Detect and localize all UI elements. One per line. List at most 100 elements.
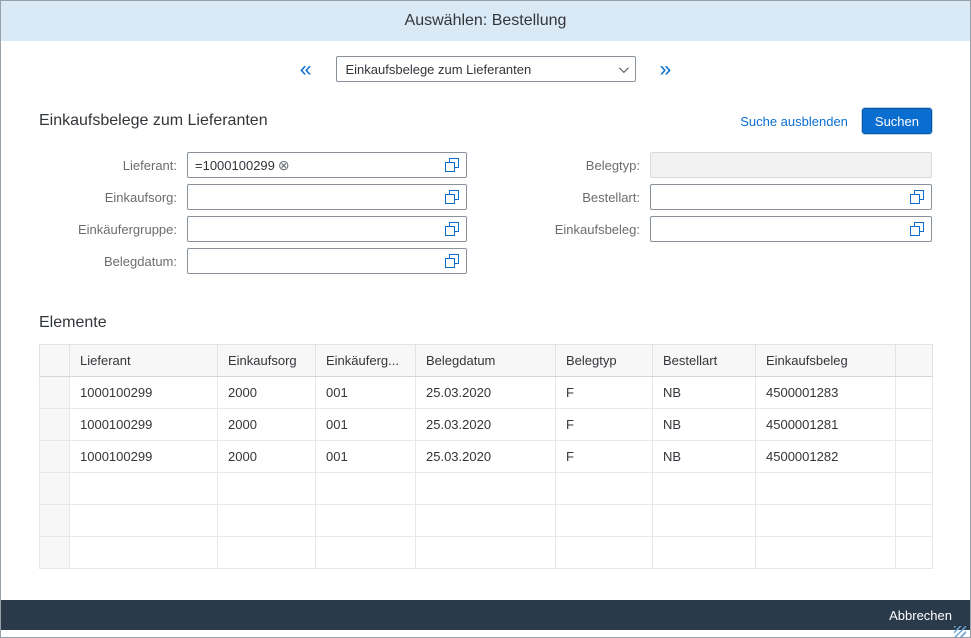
belegdatum-label: Belegdatum: <box>39 254 187 269</box>
table-row-empty <box>40 537 933 569</box>
table-row-empty <box>40 473 933 505</box>
filter-form: Lieferant: =1000100299 ⊗ Einkaufsorg: <box>39 152 932 274</box>
column-header-belegdatum[interactable]: Belegdatum <box>416 345 556 377</box>
cell-bestellart[interactable]: NB <box>653 409 756 441</box>
cell-einkaeufergruppe[interactable]: 001 <box>316 441 416 473</box>
cell-belegtyp[interactable]: F <box>556 377 653 409</box>
cell-einkaufsorg[interactable]: 2000 <box>218 377 316 409</box>
einkaufsorg-label: Einkaufsorg: <box>39 190 187 205</box>
belegtyp-input <box>650 152 932 178</box>
next-view-icon[interactable]: » <box>658 59 674 80</box>
cell-einkaeufergruppe[interactable]: 001 <box>316 377 416 409</box>
filter-form-left: Lieferant: =1000100299 ⊗ Einkaufsorg: <box>39 152 467 274</box>
einkaufsbeleg-label: Einkaufsbeleg: <box>499 222 650 237</box>
bestellart-input[interactable] <box>650 184 932 210</box>
row-selector-cell[interactable] <box>40 377 70 409</box>
cell-belegdatum[interactable]: 25.03.2020 <box>416 409 556 441</box>
column-header-bestellart[interactable]: Bestellart <box>653 345 756 377</box>
field-bestellart: Bestellart: <box>499 184 932 210</box>
row-selector-cell[interactable] <box>40 409 70 441</box>
cell-einkaeufergruppe[interactable]: 001 <box>316 409 416 441</box>
results-table: Lieferant Einkaufsorg Einkäuferg... Bele… <box>39 344 933 569</box>
spacer-cell <box>896 441 933 473</box>
row-selector-cell[interactable] <box>40 441 70 473</box>
einkaeufergruppe-text-input[interactable] <box>195 222 445 237</box>
field-lieferant: Lieferant: =1000100299 ⊗ <box>39 152 467 178</box>
belegdatum-input[interactable] <box>187 248 467 274</box>
column-header-einkaeufergruppe[interactable]: Einkäuferg... <box>316 345 416 377</box>
einkaufsorg-text-input[interactable] <box>195 190 445 205</box>
cell-belegdatum[interactable]: 25.03.2020 <box>416 377 556 409</box>
cell-belegtyp[interactable]: F <box>556 441 653 473</box>
hide-search-link[interactable]: Suche ausblenden <box>740 114 848 129</box>
selection-column-header <box>40 345 70 377</box>
bestellart-text-input[interactable] <box>658 190 910 205</box>
field-einkaeufergruppe: Einkäufergruppe: <box>39 216 467 242</box>
view-navigation: « Einkaufsbelege zum Lieferanten » <box>1 56 970 82</box>
cell-einkaufsbeleg[interactable]: 4500001282 <box>756 441 896 473</box>
dialog-body: « Einkaufsbelege zum Lieferanten » Einka… <box>1 41 970 600</box>
column-header-belegtyp[interactable]: Belegtyp <box>556 345 653 377</box>
dialog-footer: Abbrechen <box>1 600 970 630</box>
elements-section-title: Elemente <box>39 314 932 332</box>
cell-einkaufsbeleg[interactable]: 4500001281 <box>756 409 896 441</box>
cell-lieferant[interactable]: 1000100299 <box>70 377 218 409</box>
chevron-down-icon <box>618 63 628 73</box>
table-row[interactable]: 1000100299 2000 001 25.03.2020 F NB 4500… <box>40 441 933 473</box>
belegdatum-text-input[interactable] <box>195 254 445 269</box>
table-row[interactable]: 1000100299 2000 001 25.03.2020 F NB 4500… <box>40 409 933 441</box>
cell-lieferant[interactable]: 1000100299 <box>70 441 218 473</box>
search-header: Einkaufsbelege zum Lieferanten Suche aus… <box>39 108 932 134</box>
cell-belegtyp[interactable]: F <box>556 409 653 441</box>
value-help-icon[interactable] <box>445 190 459 204</box>
lieferant-label: Lieferant: <box>39 158 187 173</box>
cell-lieferant[interactable]: 1000100299 <box>70 409 218 441</box>
value-help-icon[interactable] <box>445 158 459 172</box>
field-belegtyp: Belegtyp: <box>499 152 932 178</box>
search-actions: Suche ausblenden Suchen <box>740 108 932 134</box>
dialog-title: Auswählen: Bestellung <box>405 12 567 30</box>
search-section-title: Einkaufsbelege zum Lieferanten <box>39 112 268 130</box>
field-einkaufsorg: Einkaufsorg: <box>39 184 467 210</box>
bestellart-label: Bestellart: <box>499 190 650 205</box>
spacer-cell <box>896 377 933 409</box>
table-row[interactable]: 1000100299 2000 001 25.03.2020 F NB 4500… <box>40 377 933 409</box>
cell-einkaufsorg[interactable]: 2000 <box>218 409 316 441</box>
column-header-einkaufsorg[interactable]: Einkaufsorg <box>218 345 316 377</box>
einkaufsbeleg-input[interactable] <box>650 216 932 242</box>
field-einkaufsbeleg: Einkaufsbeleg: <box>499 216 932 242</box>
cell-einkaufsbeleg[interactable]: 4500001283 <box>756 377 896 409</box>
value-help-icon[interactable] <box>445 254 459 268</box>
cell-bestellart[interactable]: NB <box>653 441 756 473</box>
table-row-empty <box>40 505 933 537</box>
einkaeufergruppe-label: Einkäufergruppe: <box>39 222 187 237</box>
value-help-icon[interactable] <box>445 222 459 236</box>
column-header-lieferant[interactable]: Lieferant <box>70 345 218 377</box>
value-help-dialog: Auswählen: Bestellung « Einkaufsbelege z… <box>0 0 971 638</box>
column-header-einkaufsbeleg[interactable]: Einkaufsbeleg <box>756 345 896 377</box>
lieferant-input[interactable]: =1000100299 ⊗ <box>187 152 467 178</box>
dialog-header: Auswählen: Bestellung <box>1 1 970 41</box>
view-select[interactable]: Einkaufsbelege zum Lieferanten <box>336 56 636 82</box>
previous-view-icon[interactable]: « <box>298 59 314 80</box>
belegtyp-text-input <box>658 158 924 173</box>
dialog-bottom-strip <box>1 630 970 637</box>
einkaufsbeleg-text-input[interactable] <box>658 222 910 237</box>
clear-token-icon[interactable]: ⊗ <box>278 158 290 172</box>
cell-belegdatum[interactable]: 25.03.2020 <box>416 441 556 473</box>
einkaufsorg-input[interactable] <box>187 184 467 210</box>
spacer-cell <box>896 409 933 441</box>
einkaeufergruppe-input[interactable] <box>187 216 467 242</box>
spacer-column-header <box>896 345 933 377</box>
value-help-icon[interactable] <box>910 190 924 204</box>
search-button[interactable]: Suchen <box>862 108 932 134</box>
cell-einkaufsorg[interactable]: 2000 <box>218 441 316 473</box>
resize-grip-icon[interactable] <box>954 626 966 637</box>
filter-form-right: Belegtyp: Bestellart: Einkaufsbeleg: <box>499 152 932 274</box>
cell-bestellart[interactable]: NB <box>653 377 756 409</box>
field-belegdatum: Belegdatum: <box>39 248 467 274</box>
table-header-row: Lieferant Einkaufsorg Einkäuferg... Bele… <box>40 345 933 377</box>
cancel-button[interactable]: Abbrechen <box>885 608 956 623</box>
belegtyp-label: Belegtyp: <box>499 158 650 173</box>
value-help-icon[interactable] <box>910 222 924 236</box>
